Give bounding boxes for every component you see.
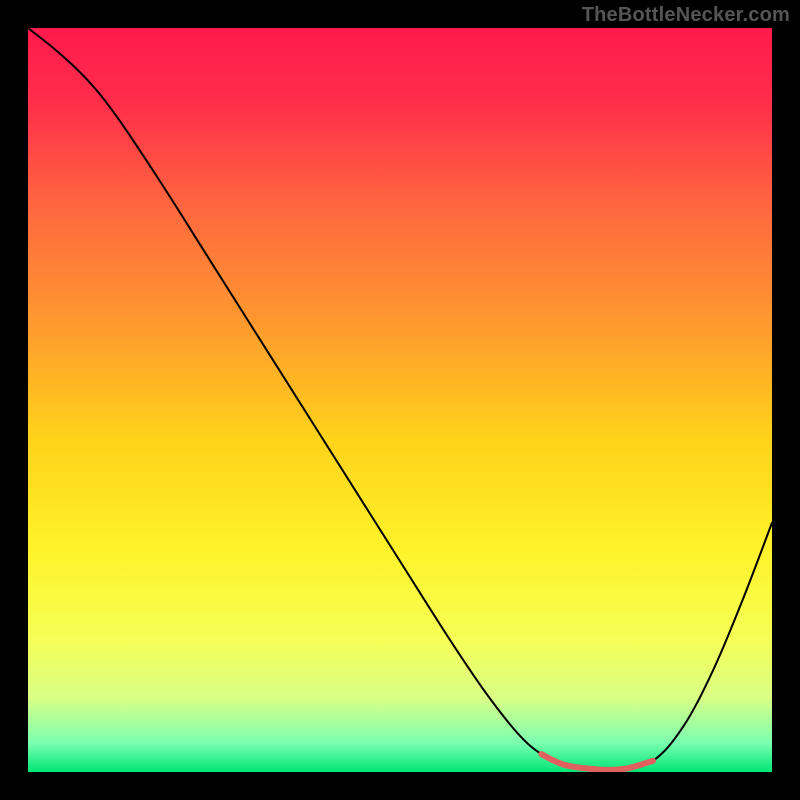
plot-area <box>28 28 772 772</box>
chart-background <box>28 28 772 772</box>
chart-svg <box>28 28 772 772</box>
watermark-text: TheBottleNecker.com <box>582 4 790 27</box>
chart-container: TheBottleNecker.com <box>0 0 800 800</box>
